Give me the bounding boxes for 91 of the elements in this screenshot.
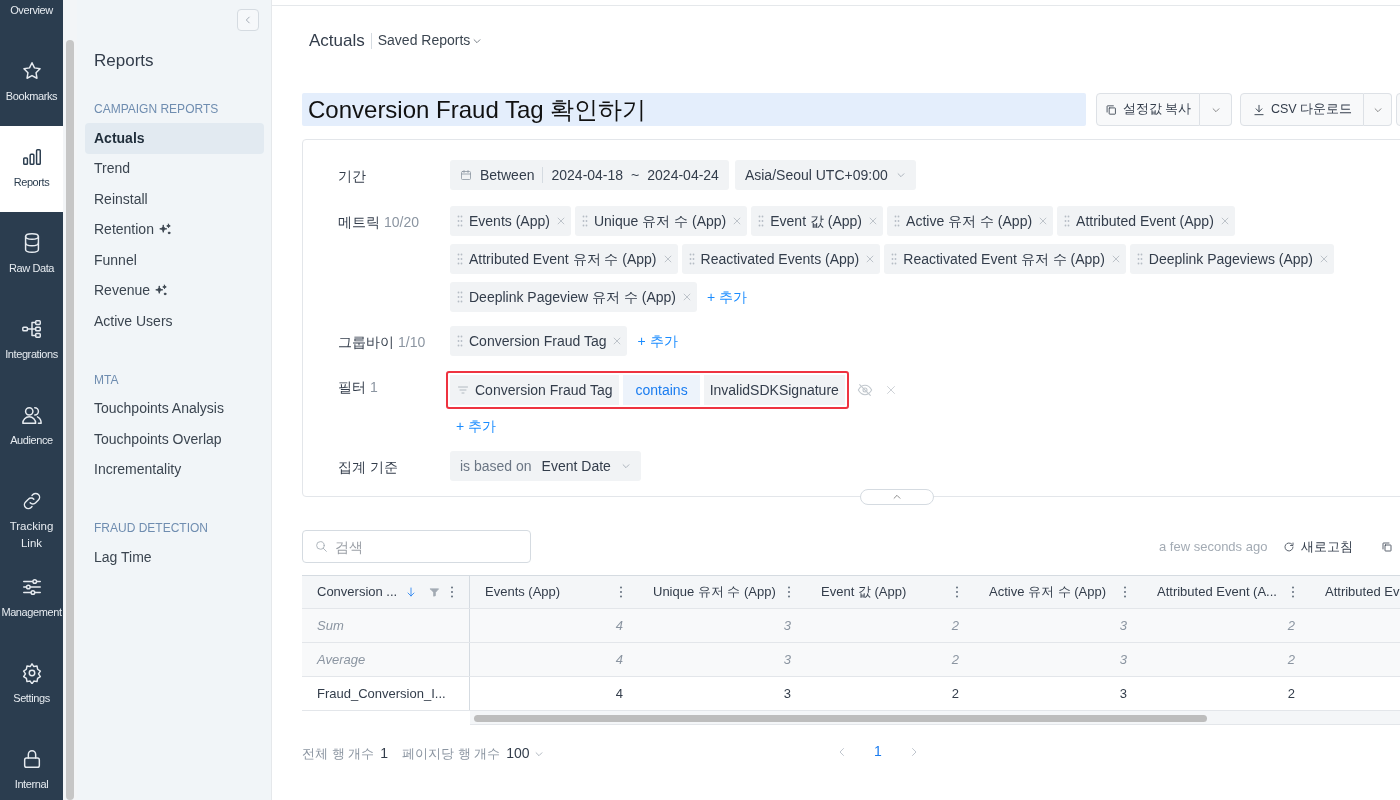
table-cell-text: 2 <box>1287 650 1295 669</box>
rail-item[interactable]: Management <box>0 556 63 642</box>
field-count: 10/20 <box>384 213 420 232</box>
sidebar-item[interactable]: Funnel <box>85 245 264 276</box>
field-label: 집계 기준 <box>338 458 398 477</box>
filter-value-chip[interactable]: InvalidSDKSignature <box>703 375 845 405</box>
rail-item[interactable]: Overview <box>0 0 63 40</box>
refresh-button[interactable]: 새로고침 <box>1283 537 1354 557</box>
total-rows-value: 1 <box>380 744 389 763</box>
metric-chip[interactable]: Unique 유저 수 (App) <box>574 206 748 236</box>
page-number[interactable]: 1 <box>870 741 886 762</box>
rows-per-page-dropdown[interactable]: 100 <box>506 743 544 764</box>
sidebar-item[interactable]: Trend <box>85 153 264 184</box>
sidebar-item[interactable]: Touchpoints Overlap <box>85 424 264 455</box>
column-header[interactable]: Attributed Event (A... <box>1142 576 1310 608</box>
metric-chip[interactable]: Active 유저 수 (App) <box>887 206 1054 236</box>
metric-chip[interactable]: Attributed Event 유저 수 (App) <box>450 244 678 274</box>
copy-settings-button[interactable]: 설정값 복사 <box>1096 93 1200 126</box>
field-label: 기간 <box>338 167 366 186</box>
table-cell-text: 4 <box>615 650 623 669</box>
sidebar-item[interactable]: Touchpoints Analysis <box>85 393 264 424</box>
column-header[interactable]: Conversion ... <box>302 576 470 608</box>
section-heading: CAMPAIGN REPORTS <box>93 101 220 118</box>
section-heading: FRAUD DETECTION <box>93 520 209 537</box>
metric-chip[interactable]: Reactivated Events (App) <box>681 244 881 274</box>
table-cell-text: 2 <box>951 684 959 703</box>
column-header[interactable]: Active 유저 수 (App) <box>974 576 1142 608</box>
sidebar-title: Reports <box>94 50 154 72</box>
add-link[interactable]: + 추가 <box>450 411 503 441</box>
field-label: 필터 <box>338 378 366 397</box>
rail-item[interactable]: Raw Data <box>0 212 63 298</box>
table-cell-text: 4 <box>615 684 623 703</box>
sidebar-item[interactable]: Revenue <box>85 275 264 306</box>
table-cell-text: 2 <box>951 650 959 669</box>
row-label: Sum <box>317 616 344 635</box>
field-label: 그룹바이 <box>338 333 394 352</box>
rail-item[interactable]: Audience <box>0 384 63 470</box>
page-title: Actuals <box>309 30 365 52</box>
saved-reports-dropdown[interactable]: Saved Reports <box>377 30 483 52</box>
search-field[interactable]: 검색 <box>302 530 531 563</box>
sidebar-item[interactable]: Actuals <box>85 123 264 154</box>
filter-operator-chip[interactable]: contains <box>623 375 700 405</box>
csv-download-button[interactable]: CSV 다운로드 <box>1240 93 1364 126</box>
rows-per-page-label: 페이지당 행 개수 <box>402 744 501 763</box>
rail-item[interactable]: Integrations <box>0 298 63 384</box>
report-title-field[interactable]: Conversion Fraud Tag 확인하기 <box>302 93 1086 126</box>
row-label: Average <box>317 650 366 669</box>
metric-chip[interactable]: Attributed Event (App) <box>1057 206 1235 236</box>
last-updated-text: a few seconds ago <box>1159 538 1268 556</box>
rail-item[interactable]: Settings <box>0 642 63 728</box>
table-cell-text: 3 <box>1119 616 1127 635</box>
aggregation-dropdown[interactable]: is based on Event Date <box>450 451 641 481</box>
column-header[interactable]: Event 값 (App) <box>806 576 974 608</box>
rail-item[interactable]: Internal <box>0 728 63 800</box>
field-label: 메트릭 <box>338 213 380 232</box>
table-cell-text: 2 <box>951 616 959 635</box>
add-link[interactable]: + 추가 <box>701 282 754 312</box>
metric-chip[interactable]: Reactivated Event 유저 수 (App) <box>884 244 1126 274</box>
column-header[interactable]: Events (App) <box>470 576 638 608</box>
rail-item[interactable]: Tracking Link <box>0 470 63 556</box>
field-count: 1 <box>370 378 378 397</box>
date-range-picker[interactable]: Between 2024-04-18 ~ 2024-04-24 <box>450 160 729 190</box>
table-cell-text: 3 <box>783 684 791 703</box>
metric-chip[interactable]: Event 값 (App) <box>751 206 884 236</box>
timezone-dropdown[interactable]: Asia/Seoul UTC+09:00 <box>734 160 916 190</box>
table-cell-text: 3 <box>783 650 791 669</box>
row-label: Fraud_Conversion_I... <box>317 684 446 703</box>
column-header[interactable]: Attributed Ev <box>1310 576 1400 608</box>
metric-chip[interactable]: Deeplink Pageview 유저 수 (App) <box>450 282 697 312</box>
table-cell-text: 2 <box>1287 616 1295 635</box>
sidebar-item[interactable]: Active Users <box>85 306 264 337</box>
metric-chip[interactable]: Deeplink Pageviews (App) <box>1129 244 1334 274</box>
metric-chip[interactable]: Events (App) <box>450 206 571 236</box>
groupby-chip[interactable]: Conversion Fraud Tag <box>450 326 628 356</box>
table-cell-text: 4 <box>615 616 623 635</box>
section-heading: MTA <box>93 371 120 389</box>
field-count: 1/10 <box>398 333 426 352</box>
table-cell-text: 2 <box>1287 684 1295 703</box>
table-cell-text: 3 <box>783 616 791 635</box>
rail-item[interactable]: Reports <box>0 126 63 212</box>
table-cell-text: 3 <box>1119 650 1127 669</box>
column-header[interactable]: Unique 유저 수 (App) <box>638 576 806 608</box>
filter-field-chip[interactable]: Conversion Fraud Tag <box>450 375 620 405</box>
sidebar-item[interactable]: Incrementality <box>85 454 264 485</box>
sidebar-item[interactable]: Lag Time <box>85 542 264 573</box>
sidebar-item[interactable]: Reinstall <box>85 184 264 215</box>
sidebar-item[interactable]: Retention <box>85 214 264 245</box>
table-cell-text: 3 <box>1119 684 1127 703</box>
total-rows-label: 전체 행 개수 <box>302 744 375 763</box>
add-link[interactable]: + 추가 <box>631 326 684 356</box>
rail-item[interactable]: Bookmarks <box>0 40 63 126</box>
